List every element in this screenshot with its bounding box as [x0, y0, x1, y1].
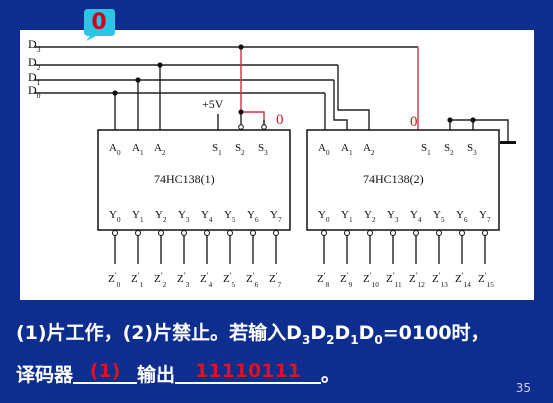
slide: D3 D2 D1 D0 A0 A1 A2 S1 S2 S3 74HC138(1) Y0 Z′0 Y1 Z′1…: [0, 0, 553, 403]
chip1-name: 74HC138(1): [154, 172, 215, 186]
chip2-s2-dot: [447, 117, 453, 123]
answer-blank-decoder: (1): [73, 360, 138, 384]
chip2-s2s3-wire: [449, 119, 474, 130]
chip1-inv-bubble-4: [204, 230, 210, 236]
chip1-z-label-2: Z′2: [154, 270, 167, 289]
answer-blank-output: 11110111: [175, 360, 322, 384]
chip1-z-label-0: Z′0: [108, 270, 121, 289]
chip2-a1-wire: [333, 80, 348, 130]
circuit-diagram: D3 D2 D1 D0 A0 A1 A2 S1 S2 S3 74HC138(1) Y0 Z′0 Y1 Z′1…: [20, 30, 534, 300]
caption-line-1: (1)片工作，(2)片禁止。若输入D3D2D1D0=0100时，: [16, 318, 490, 347]
chip1-s2s3-feed: [240, 47, 265, 130]
caption-d1: D: [334, 322, 351, 344]
chip2-z-label-5: Z′13: [432, 270, 448, 289]
chip2-inv-bubble-0: [321, 230, 327, 236]
caption-text-2a: 译码器: [16, 364, 74, 386]
chip1-inv-bubble-0: [112, 230, 118, 236]
circuit-svg: D3D2D1D0A0 A1 A2 S1 S2 S374HC138(1)Y0Z′0Y1Z′1…: [28, 37, 516, 289]
chip1-s2s3-dot: [238, 109, 244, 115]
caption-d0: D: [358, 322, 375, 344]
caption-text-1a: (1)片工作，(2)片禁止。若输入D: [16, 322, 302, 344]
chip1-a0-dot: [112, 90, 118, 96]
chip1-inv-bubble-7: [273, 230, 279, 236]
caption-line-2: 译码器 (1) 输出 11110111。: [16, 360, 340, 387]
chip2-z-label-7: Z′15: [478, 270, 494, 289]
chip1-d3-dot: [238, 44, 244, 50]
chip2-name: 74HC138(2): [363, 172, 424, 186]
value-bubble: 0: [82, 7, 116, 41]
chip1-s2-inv: [238, 124, 244, 130]
chip2-inv-bubble-7: [482, 230, 488, 236]
chip2-z-label-6: Z′14: [455, 270, 471, 289]
vcc-label: +5V: [202, 97, 224, 111]
chip1-z-label-6: Z′6: [246, 270, 259, 289]
page-number: 35: [515, 381, 531, 395]
chip2-inv-bubble-5: [436, 230, 442, 236]
chip2-z-label-3: Z′11: [386, 270, 402, 289]
caption-text-2b: 输出: [137, 364, 176, 386]
chip1-inv-bubble-5: [227, 230, 233, 236]
ground-symbol: [500, 141, 516, 144]
chip2-inv-bubble-4: [413, 230, 419, 236]
chip1-inv-bubble-6: [250, 230, 256, 236]
chip1-z-label-5: Z′5: [223, 270, 236, 289]
chip2-inv-bubble-3: [390, 230, 396, 236]
chip1-s3-inv: [261, 124, 267, 130]
chip2-inv-bubble-2: [367, 230, 373, 236]
bubble-value: 0: [91, 10, 107, 35]
caption-sub-0: 0: [374, 332, 383, 347]
chip1-inv-bubble-1: [135, 230, 141, 236]
chip2-z-label-0: Z′8: [317, 270, 330, 289]
chip1-s2s3-value: 0: [276, 112, 284, 128]
caption-d2: D: [310, 322, 327, 344]
chip2-z-label-1: Z′9: [340, 270, 353, 289]
chip1-inv-bubble-2: [158, 230, 164, 236]
chip2-inv-bubble-6: [459, 230, 465, 236]
chip2-z-label-4: Z′12: [409, 270, 425, 289]
chip1-inv-bubble-3: [181, 230, 187, 236]
chip1-z-label-7: Z′7: [269, 270, 282, 289]
input-label-d3: D3: [28, 37, 41, 54]
chip2-inv-bubble-1: [344, 230, 350, 236]
chip1-z-label-1: Z′1: [131, 270, 144, 289]
chip1-z-label-3: Z′3: [177, 270, 190, 289]
chip2-z-label-2: Z′10: [363, 270, 379, 289]
caption-sub-1: 1: [350, 332, 359, 347]
chip2-s1-value: 0: [410, 114, 418, 130]
caption-text-2c: 。: [321, 364, 341, 386]
caption-text-1b: =0100时，: [382, 322, 490, 344]
chip1-z-label-4: Z′4: [200, 270, 213, 289]
chip1-a1-dot: [135, 77, 141, 83]
chip1-a2-dot: [157, 62, 163, 68]
chip2-s3-dot: [470, 117, 476, 123]
